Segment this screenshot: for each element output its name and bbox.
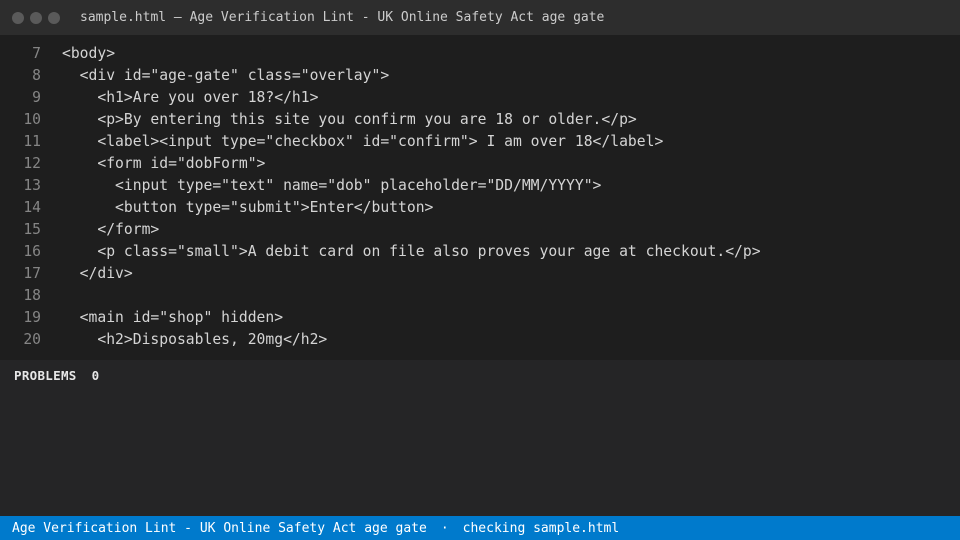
- line-text: <div id="age-gate" class="overlay">: [62, 66, 390, 84]
- line-number: 13: [23, 176, 41, 194]
- line-text: <body>: [62, 44, 116, 62]
- code-line[interactable]: 17 </div>: [0, 262, 960, 284]
- line-number: 9: [32, 88, 41, 106]
- line-number: 17: [23, 264, 41, 282]
- line-number: 14: [23, 198, 41, 216]
- line-text: <label><input type="checkbox" id="confir…: [62, 132, 664, 150]
- line-number: 7: [32, 44, 41, 62]
- title-bar: sample.html — Age Verification Lint - UK…: [0, 0, 960, 35]
- status-separator: ·: [440, 520, 449, 536]
- window-controls: [12, 11, 66, 24]
- code-line[interactable]: 19 <main id="shop" hidden>: [0, 306, 960, 328]
- line-text: <input type="text" name="dob" placeholde…: [62, 176, 602, 194]
- line-text: <main id="shop" hidden>: [62, 308, 284, 326]
- window-title: sample.html — Age Verification Lint - UK…: [80, 10, 605, 25]
- line-number: 15: [23, 220, 41, 238]
- code-line[interactable]: 10 <p>By entering this site you confirm …: [0, 108, 960, 130]
- line-number: 10: [23, 110, 41, 128]
- code-line[interactable]: 14 <button type="submit">Enter</button>: [0, 196, 960, 218]
- line-number: 18: [23, 286, 41, 304]
- problems-count: 0: [91, 368, 100, 383]
- code-lines: 7 <body> 8 <div id="age-gate" class="over…: [0, 42, 960, 350]
- line-number: 19: [23, 308, 41, 326]
- code-line[interactable]: 18: [0, 284, 960, 306]
- problems-tab[interactable]: PROBLEMS 0: [14, 368, 99, 383]
- line-text: <h1>Are you over 18?</h1>: [62, 88, 319, 106]
- close-window-icon[interactable]: [12, 11, 24, 24]
- line-text: <p>By entering this site you confirm you…: [62, 110, 637, 128]
- line-text: </form>: [62, 220, 160, 238]
- problems-panel: PROBLEMS 0: [0, 360, 960, 516]
- line-number: 20: [23, 330, 41, 348]
- status-checking-file[interactable]: checking sample.html: [463, 521, 620, 536]
- maximize-window-icon[interactable]: [48, 11, 60, 24]
- line-text: <p class="small">A debit card on file al…: [62, 242, 761, 260]
- editor-window: sample.html — Age Verification Lint - UK…: [0, 0, 960, 540]
- code-line[interactable]: 15 </form>: [0, 218, 960, 240]
- line-text: </div>: [62, 264, 133, 282]
- code-line[interactable]: 12 <form id="dobForm">: [0, 152, 960, 174]
- minimize-window-icon[interactable]: [30, 11, 42, 24]
- code-line[interactable]: 16 <p class="small">A debit card on file…: [0, 240, 960, 262]
- code-line[interactable]: 8 <div id="age-gate" class="overlay">: [0, 64, 960, 86]
- line-number: 11: [23, 132, 41, 150]
- code-editor[interactable]: 7 <body> 8 <div id="age-gate" class="over…: [0, 35, 960, 360]
- code-line[interactable]: 20 <h2>Disposables, 20mg</h2>: [0, 328, 960, 350]
- line-text: <h2>Disposables, 20mg</h2>: [62, 330, 328, 348]
- line-text: <button type="submit">Enter</button>: [62, 198, 434, 216]
- line-text: <form id="dobForm">: [62, 154, 266, 172]
- status-bar: Age Verification Lint - UK Online Safety…: [0, 516, 960, 540]
- problems-label: PROBLEMS: [14, 368, 77, 383]
- status-extension-name[interactable]: Age Verification Lint - UK Online Safety…: [12, 521, 427, 536]
- line-number: 8: [32, 66, 41, 84]
- line-number: 12: [23, 154, 41, 172]
- line-number: 16: [23, 242, 41, 260]
- code-line[interactable]: 9 <h1>Are you over 18?</h1>: [0, 86, 960, 108]
- code-line[interactable]: 7 <body>: [0, 42, 960, 64]
- code-line[interactable]: 13 <input type="text" name="dob" placeho…: [0, 174, 960, 196]
- code-line[interactable]: 11 <label><input type="checkbox" id="con…: [0, 130, 960, 152]
